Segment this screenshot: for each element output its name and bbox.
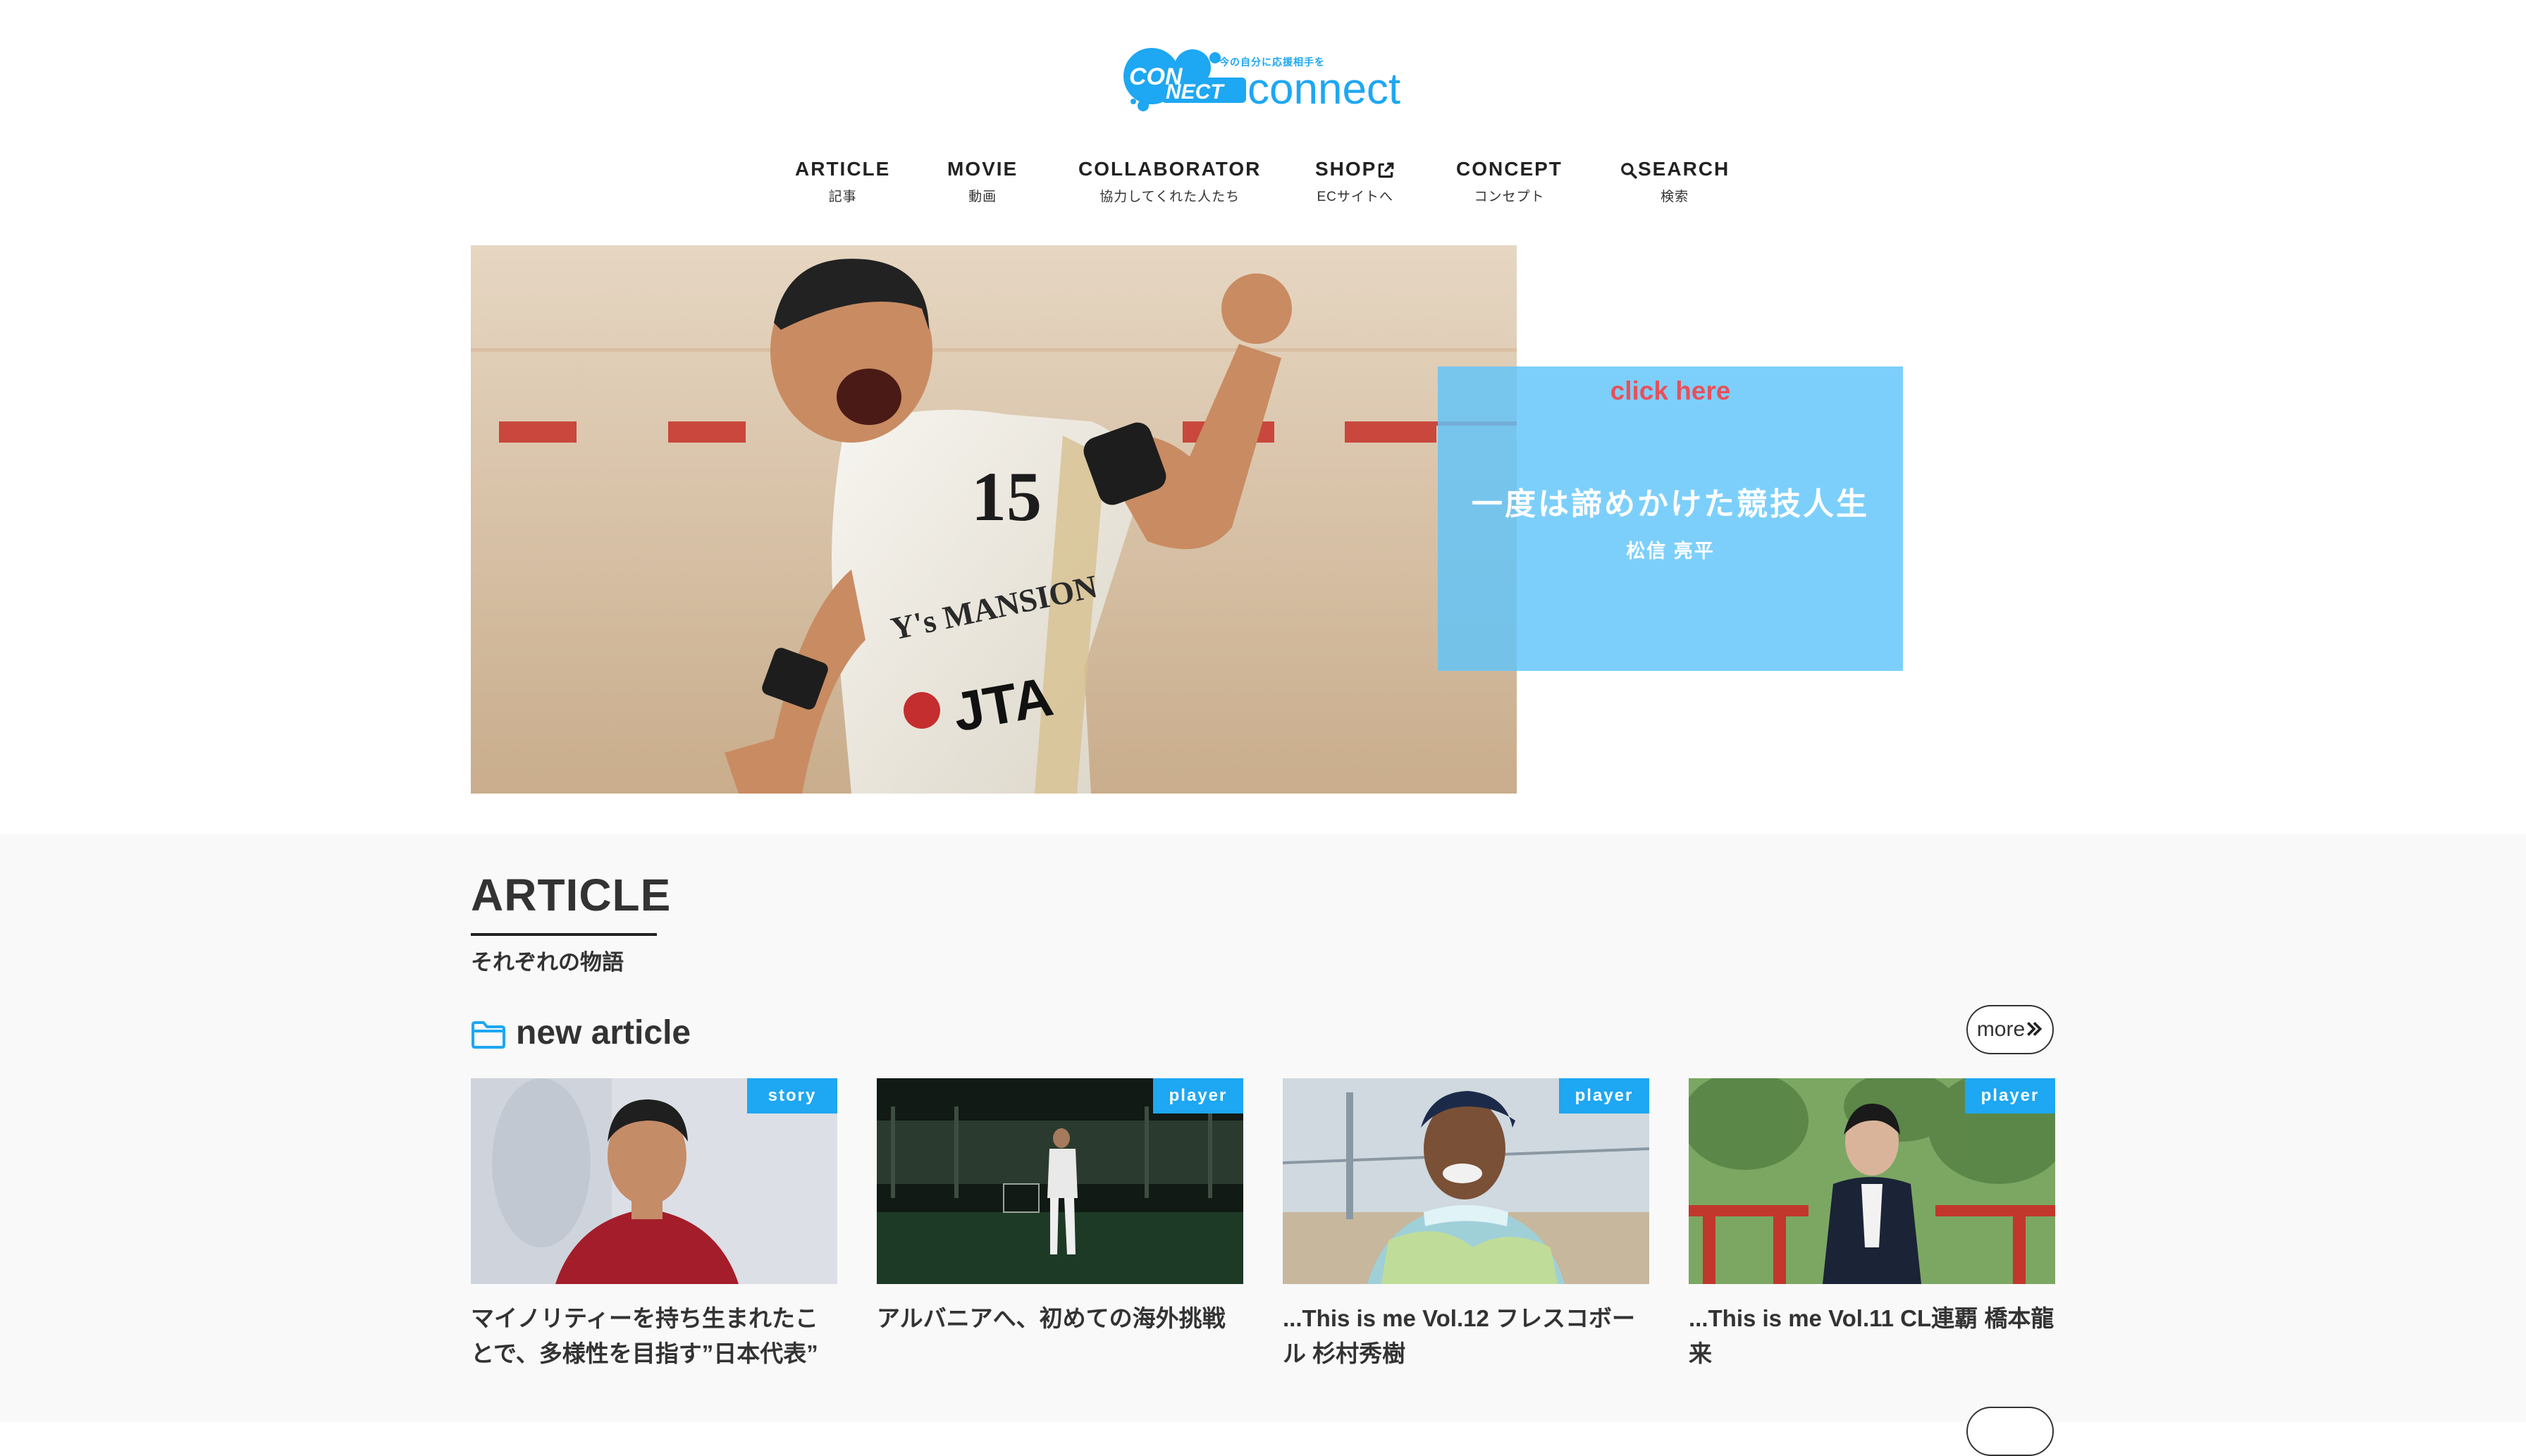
new-article-label: new article	[516, 1014, 691, 1051]
card-tag[interactable]: story	[747, 1078, 837, 1113]
nav-item-shop[interactable]: SHOP ECサイトへ	[1315, 155, 1395, 206]
nav-item-article[interactable]: ARTICLE 記事	[795, 155, 890, 206]
card-title[interactable]: ...This is me Vol.11 CL連覇 橋本龍来	[1689, 1301, 2055, 1371]
nav-item-concept[interactable]: CONCEPT コンセプト	[1456, 155, 1563, 206]
nav-label-concept: CONCEPT	[1456, 158, 1563, 180]
hero-photo: 15 Y's MANSION JTA	[471, 245, 1517, 794]
article-thumbnail[interactable]: player	[1283, 1078, 1649, 1284]
nav-sub-concept: コンセプト	[1474, 190, 1545, 204]
hero-jersey-number: 15	[971, 457, 1042, 536]
nav-sub-article: 記事	[828, 190, 857, 204]
nav-label-movie: MOVIE	[947, 158, 1018, 180]
folder-icon	[472, 1021, 505, 1049]
hero-image[interactable]: 15 Y's MANSION JTA	[471, 245, 1517, 794]
main-nav: ARTICLE 記事 MOVIE 動画 COLLABORATOR 協力してくれた…	[775, 155, 1776, 218]
card-title[interactable]: ...This is me Vol.12 フレスコボール 杉村秀樹	[1283, 1301, 1649, 1371]
card-title[interactable]: アルバニアへ、初めての海外挑戦	[877, 1301, 1243, 1336]
section-title-underline	[471, 933, 657, 936]
search-icon	[1621, 162, 1637, 179]
svg-text:NECT: NECT	[1166, 80, 1225, 104]
site-logo[interactable]: CON NECT 今の自分に応援相手を connect	[1122, 41, 1418, 118]
nav-sub-shop: ECサイトへ	[1317, 190, 1393, 204]
nav-item-movie[interactable]: MOVIE 動画	[947, 155, 1018, 206]
nav-item-search[interactable]: SEARCH 検索	[1620, 155, 1730, 206]
nav-label-search: SEARCH	[1638, 158, 1730, 180]
more-label: more	[1976, 1018, 2026, 1041]
article-thumbnail[interactable]: story	[471, 1078, 837, 1284]
hero-author: 松信 亮平	[1626, 541, 1715, 562]
card-title[interactable]: マイノリティーを持ち生まれたことで、多様性を目指す”日本代表”	[471, 1301, 837, 1371]
article-section	[0, 834, 2526, 1422]
nav-label-collaborator: COLLABORATOR	[1078, 158, 1262, 180]
more-button-secondary[interactable]	[1966, 1407, 2054, 1456]
card-tag[interactable]: player	[1559, 1078, 1649, 1113]
article-thumbnail[interactable]: player	[1689, 1078, 2055, 1284]
hero-click-here[interactable]: click here	[1438, 374, 1903, 409]
double-chevron-right-icon	[2027, 1022, 2043, 1036]
card-tag[interactable]: player	[1153, 1078, 1243, 1113]
logo-wordmark: connect	[1247, 65, 1401, 113]
nav-sub-search: 検索	[1661, 190, 1689, 204]
section-subtitle: それぞれの物語	[471, 950, 624, 975]
article-thumbnail[interactable]: player	[877, 1078, 1243, 1284]
nav-label-article: ARTICLE	[795, 158, 891, 180]
nav-label-shop-wrap: SHOP	[1315, 155, 1395, 183]
logo-badge-icon: CON NECT	[1123, 48, 1246, 111]
more-button[interactable]: more	[1966, 1005, 2054, 1054]
nav-label-shop: SHOP	[1315, 158, 1377, 180]
nav-label-search-wrap: SEARCH	[1620, 155, 1730, 183]
section-title: ARTICLE	[471, 870, 672, 920]
nav-sub-collaborator: 協力してくれた人たち	[1099, 190, 1240, 204]
nav-sub-movie: 動画	[968, 190, 997, 204]
external-link-icon	[1379, 162, 1394, 178]
hero-feature-card[interactable]: click here 一度は諦めかけた競技人生 松信 亮平	[1438, 366, 1903, 671]
nav-item-collaborator[interactable]: COLLABORATOR 協力してくれた人たち	[1078, 155, 1261, 206]
hero-title: 一度は諦めかけた競技人生	[1472, 487, 1869, 522]
card-tag[interactable]: player	[1965, 1078, 2055, 1113]
